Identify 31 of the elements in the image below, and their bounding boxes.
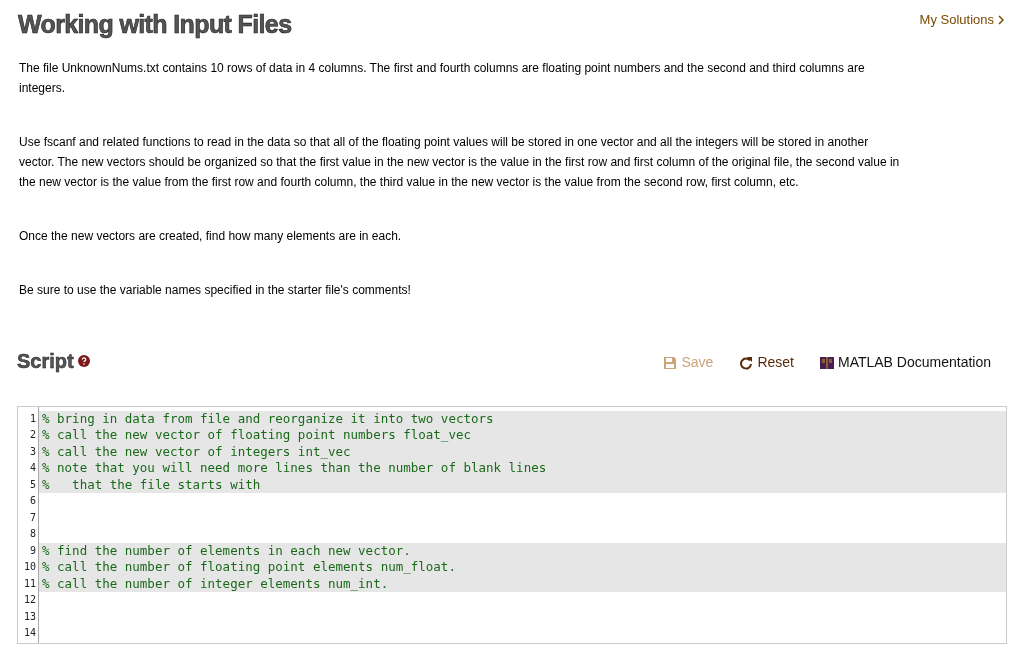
- code-editor[interactable]: [17, 405, 1007, 644]
- editor-row[interactable]: 4 % note that you will need more lines than the number of blank lines: [18, 460, 1006, 477]
- line-number: 4: [18, 460, 39, 477]
- help-icon[interactable]: [77, 354, 90, 367]
- code-line: % call the number of floating point elements num_float.: [41, 559, 456, 576]
- code-line: % find the number of elements in each new vector.: [41, 542, 411, 559]
- instruction-paragraph: The file UnknownNums.txt contains 10 rows of data in 4 columns. The first and fourth columns are floating point numbers and the second and third columns are integers.: [19, 59, 866, 97]
- code-line: % bring in data from file and reorganize it into two vectors: [41, 410, 494, 427]
- line-number: 10: [18, 559, 39, 576]
- reset-button[interactable]: Reset: [739, 352, 794, 373]
- page-title: Working with Input Files: [18, 9, 292, 40]
- book-icon: [819, 356, 834, 369]
- line-number: 1: [18, 410, 39, 427]
- documentation-link[interactable]: MATLAB Documentation: [819, 352, 991, 373]
- code-line: % note that you will need more lines than the number of blank lines: [41, 460, 547, 477]
- code-line: % that the file starts with: [41, 476, 261, 493]
- code-line: % call the new vector of floating point numbers float_vec: [41, 427, 471, 444]
- instruction-paragraph: Once the new vectors are created, find how many elements are in each.: [19, 227, 403, 245]
- my-solutions-link[interactable]: My Solutions: [919, 10, 1004, 30]
- script-heading: Script: [17, 348, 74, 374]
- reset-icon: [739, 355, 754, 370]
- instruction-paragraph: Be sure to use the variable names specified in the starter file's comments!: [19, 281, 412, 299]
- editor-row[interactable]: 2 % call the new vector of floating point numbers float_vec: [18, 427, 1006, 444]
- chevron-icon: [998, 14, 1004, 25]
- code-line: % call the number of integer elements num_int.: [41, 575, 389, 592]
- editor-row[interactable]: 1 % bring in data from file and reorganize it into two vectors: [18, 410, 1006, 427]
- instruction-paragraph: Use fscanf and related functions to read in the data so that all of the floating point values will be stored in one vector and all the integers will be stored in another vector. The new vectors should be organized so that the first value in the new vector is the value in the first row and first column of the original file, the second value in the new vector is the value from the first row and fourth column, the third value in the new vector is the value from the second row, first column, etc.: [19, 133, 901, 191]
- save-icon: [663, 355, 678, 370]
- code-line: % call the new vector of integers int_vec: [41, 443, 351, 460]
- line-number: 2: [18, 427, 39, 444]
- editor-row[interactable]: 10 % call the number of floating point elements num_float.: [18, 559, 1006, 576]
